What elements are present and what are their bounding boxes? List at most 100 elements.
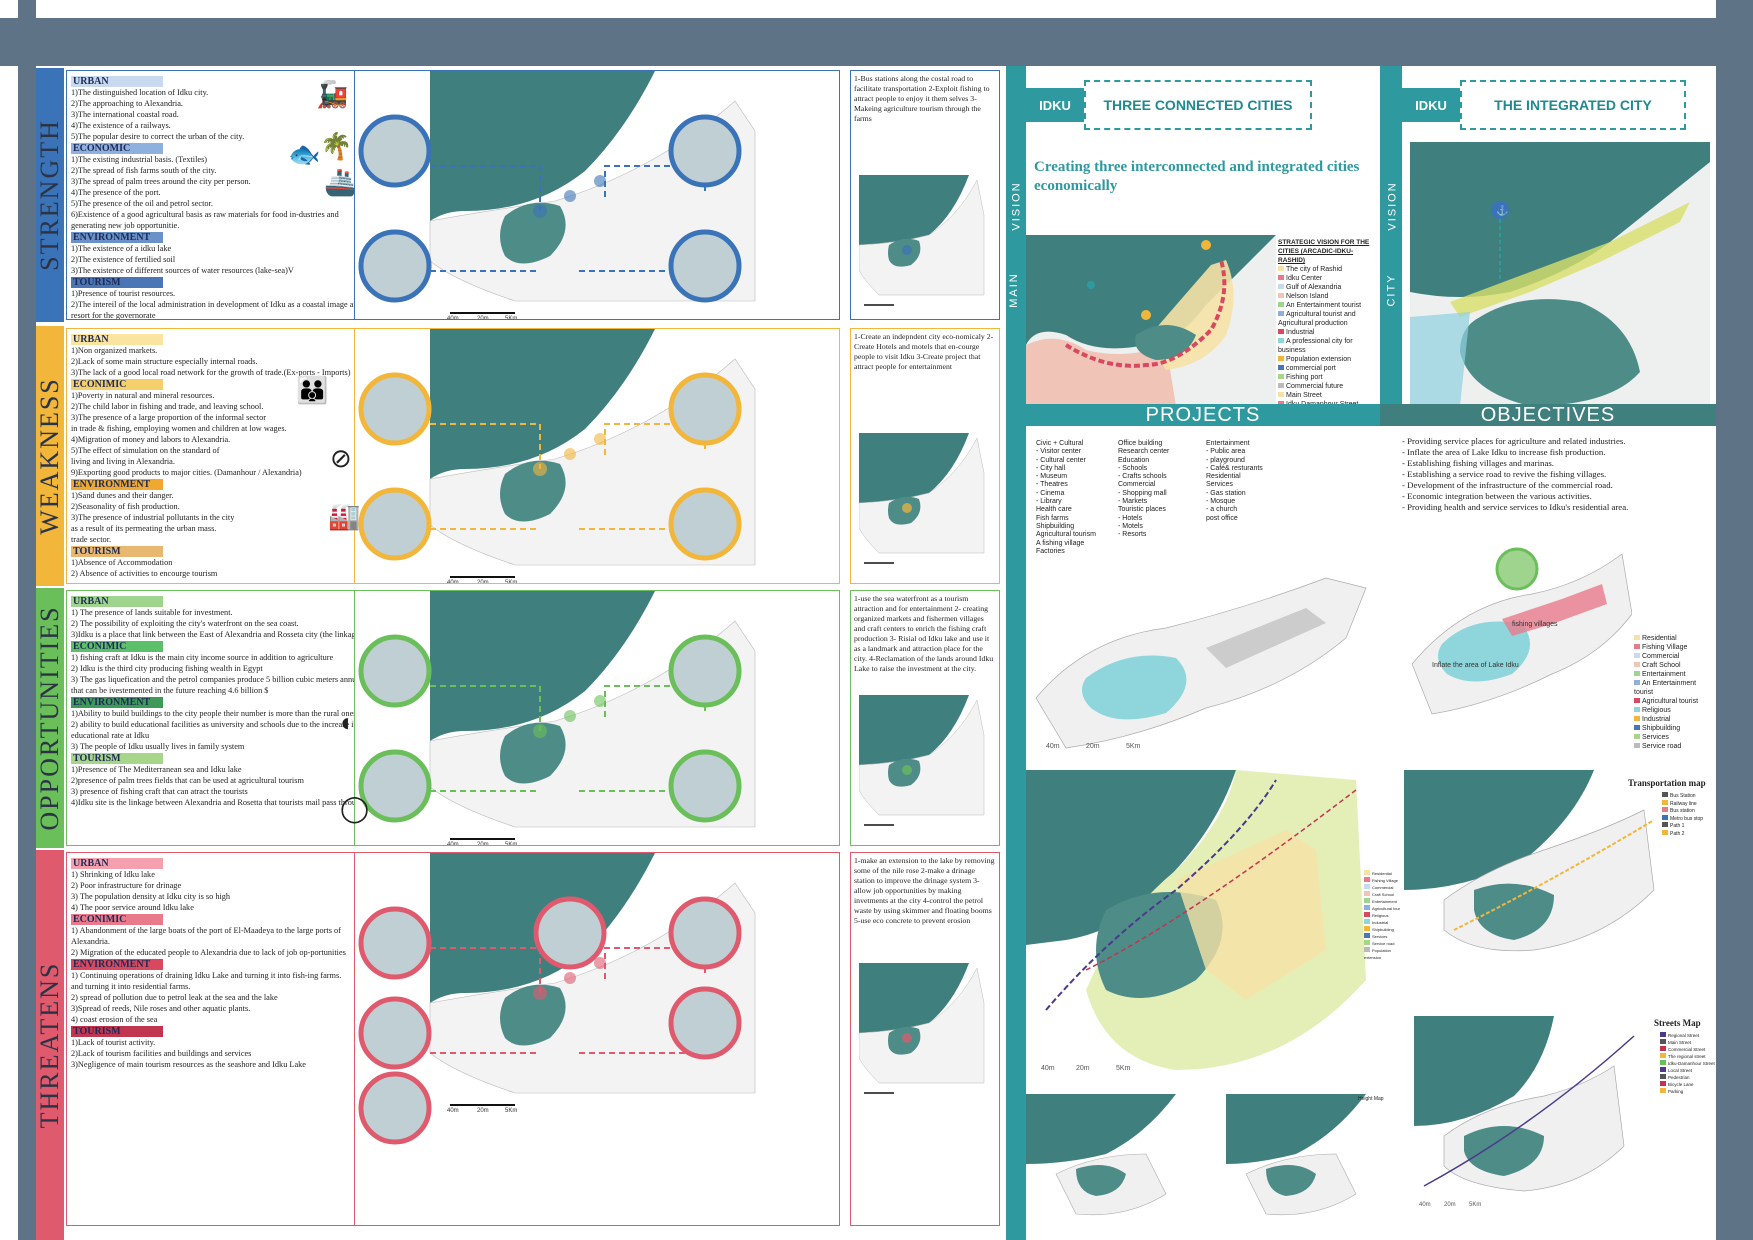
legend-label: - Inflate the area of Lake Idku to incre… <box>1402 447 1606 457</box>
legend-label: Bus Station <box>1670 793 1696 799</box>
legend-swatch <box>1364 905 1370 910</box>
land-legend-item: Services <box>1364 933 1400 940</box>
height-map-graphic <box>1226 1094 1366 1216</box>
swot-title-threatens: THREATENS <box>35 961 64 1129</box>
main-label: MAIN <box>1007 272 1020 308</box>
section-line: trade sector. <box>71 535 112 544</box>
svg-text:40m: 40m <box>1419 1202 1431 1208</box>
swot-band-strength: STRENGTH <box>35 68 64 322</box>
section-line: 3)The lack of a good local road network … <box>71 368 351 377</box>
legend-label: A professional city for business <box>1278 338 1353 354</box>
legend-label: - Museum <box>1036 473 1068 481</box>
separator-bar <box>1006 66 1026 1240</box>
legend-label: Commercial future <box>1286 383 1344 390</box>
mini-map-graphic <box>858 433 985 564</box>
photo-circle <box>358 487 432 561</box>
swot-notes-text: 1-Create an indepndent city eco-nomicaly… <box>854 332 994 371</box>
height-map-title: Height Map <box>1358 1096 1384 1102</box>
svg-text:20m: 20m <box>1076 1065 1090 1072</box>
swot-icon: ⊘ <box>330 444 352 473</box>
trans-legend-item: Railway line <box>1662 799 1716 808</box>
scale-b: 20m <box>477 1108 489 1114</box>
section-head: ENVIRONMENT <box>71 479 163 490</box>
strategic-legend: STRATEGIC VISION FOR THE CITIES (ARCADIC… <box>1278 238 1378 406</box>
legend-label: - Theatres <box>1036 481 1068 489</box>
section-line: 2)The existence of fertilied soil <box>71 255 176 264</box>
pj3-item: - Gas station <box>1206 490 1296 498</box>
legend-label: Services <box>1206 481 1233 489</box>
swot-map-graphic: 40m 20m 5Km <box>355 329 787 584</box>
legend-swatch <box>1278 329 1284 334</box>
legend-label: - Cinema <box>1036 489 1065 497</box>
section-head: URBAN <box>71 76 163 87</box>
pj3-item: Residential <box>1206 473 1296 481</box>
swot-row-weakness: WEAKNESS URBAN 1)Non organized markets. 2)… <box>35 326 1006 586</box>
legend-label: Services <box>1372 934 1388 939</box>
pj1-item: - Cultural center <box>1036 457 1126 465</box>
streets-legend-item: Pedestrian <box>1660 1074 1716 1081</box>
swot-notes-text: 1-Bus stations along the costal road to … <box>854 74 990 123</box>
legend-label: - Café& resturants <box>1206 464 1263 472</box>
photo-circle <box>668 986 742 1060</box>
marker <box>564 710 576 722</box>
photo-circle <box>358 1071 432 1145</box>
photo-circle <box>358 229 432 303</box>
section-head: URBAN <box>71 858 163 869</box>
swot-icon: 🌴 <box>320 132 353 161</box>
section-line: 1)Presence of tourist resources. <box>71 289 176 298</box>
legend-label: Health care <box>1036 506 1072 514</box>
streets-title: Streets Map <box>1654 1018 1701 1028</box>
section-line: and turning it into residential farms. <box>71 982 191 991</box>
legend-label: Craft School <box>1372 892 1395 897</box>
integrated-city-map: ⚓ <box>1410 142 1710 406</box>
svg-text:40m: 40m <box>1041 1065 1055 1072</box>
transportation-panel: Transportation map Bus Station Railway li… <box>1404 770 1716 1016</box>
legend-swatch <box>1660 1032 1666 1037</box>
legend-label: - Visitor center <box>1036 448 1081 456</box>
scale-c: 5Km <box>505 1108 517 1114</box>
section-line: 2) Migration of the educated people to A… <box>71 948 346 957</box>
pj1-item: - Museum <box>1036 473 1126 481</box>
legend-swatch <box>1364 877 1370 882</box>
section-line: 1)Sand dunes and their danger. <box>71 491 174 500</box>
legend-label: - Resorts <box>1118 531 1147 539</box>
swot-icon: 🐟 <box>288 140 321 169</box>
land-legend-item: Fishing Village <box>1364 877 1400 884</box>
legend-label: - Establishing a service road to revive … <box>1402 469 1607 479</box>
obj-legend-item: Agricultural tourist <box>1634 697 1716 706</box>
photo-circle <box>358 372 432 446</box>
legend-label: Idku Center <box>1286 275 1323 282</box>
objectives-list-item: - Providing service places for agricultu… <box>1402 436 1716 447</box>
obj-legend-item: Services <box>1634 733 1716 742</box>
legend-label: - City hall <box>1036 464 1066 472</box>
section-line: 1)Lack of tourist activity. <box>71 1038 156 1047</box>
legend-label: Industrial <box>1372 920 1389 925</box>
legend-label: The city of Rashid <box>1286 266 1343 273</box>
legend-swatch <box>1660 1046 1666 1051</box>
scale-a: 40m <box>447 580 459 584</box>
legend-label: - Shopping mall <box>1118 489 1167 497</box>
legend-swatch <box>1364 940 1370 945</box>
legend-swatch <box>1364 870 1370 875</box>
three-cities-panel: IDKU THREE CONNECTED CITIES Creating thr… <box>1026 70 1380 406</box>
land-legend-item: Craft School <box>1364 891 1400 898</box>
marker <box>564 190 576 202</box>
streets-legend-item: Bicycle Lane <box>1660 1081 1716 1088</box>
marker <box>594 175 606 187</box>
swot-band-weakness: WEAKNESS <box>35 326 64 586</box>
pj2-item: - Resorts <box>1118 531 1208 539</box>
legend-label: Commercial <box>1118 481 1156 489</box>
scale-a: 40m <box>447 316 459 320</box>
swot-icon: ◯ <box>340 794 370 823</box>
legend-swatch <box>1634 725 1640 730</box>
trans-legend-item: Bus station <box>1662 807 1716 815</box>
objectives-list-item: - Providing health and service services … <box>1402 502 1716 513</box>
swot-title-weakness: WEAKNESS <box>35 377 64 535</box>
section-head: TOURISM <box>71 277 163 288</box>
pj1-item: - Theatres <box>1036 481 1126 489</box>
scale-b: 20m <box>477 580 489 584</box>
legend-label: Touristic places <box>1118 506 1166 514</box>
swot-notes-threatens: 1-make an extension to the lake by remov… <box>850 852 1000 1226</box>
legend-label: - Schools <box>1118 464 1148 472</box>
section-line: 2) The possibility of exploiting the cit… <box>71 619 299 628</box>
